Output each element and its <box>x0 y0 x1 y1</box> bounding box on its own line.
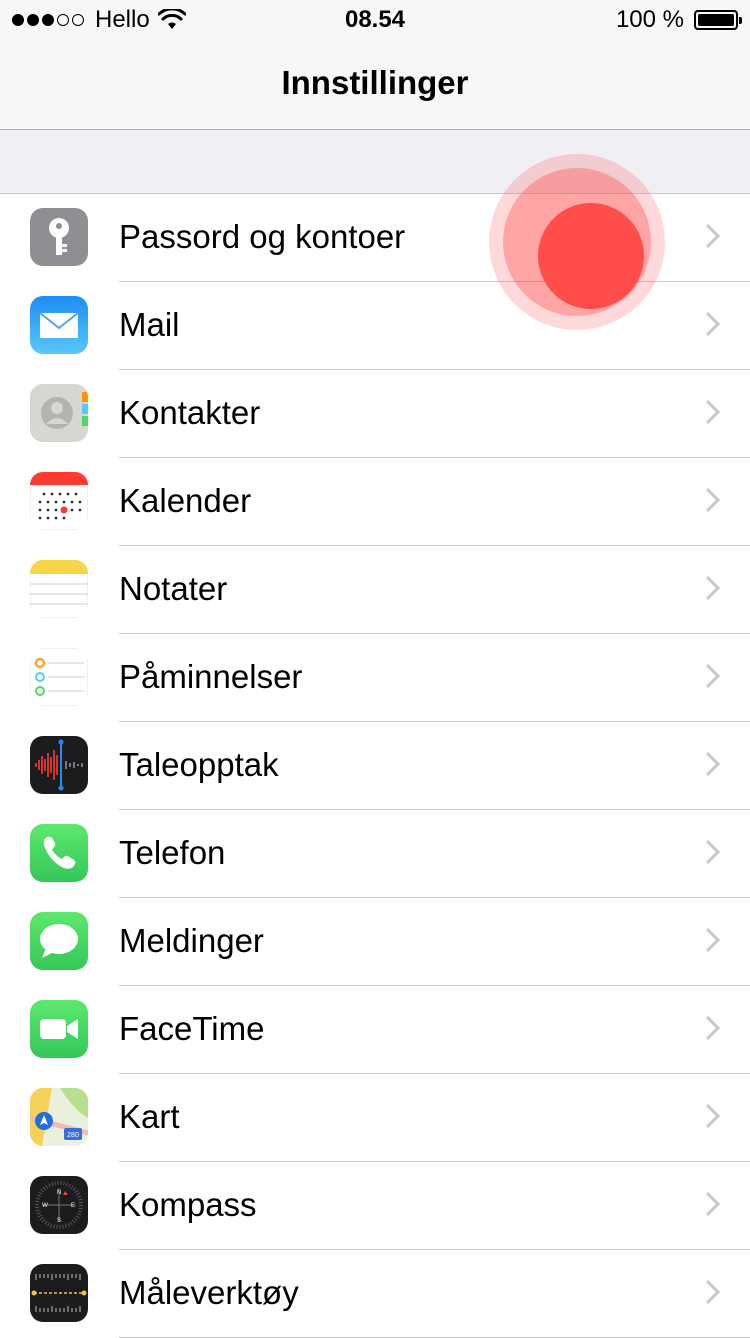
touch-indicator <box>489 154 665 330</box>
settings-item-label: Passord og kontoer <box>119 218 406 255</box>
phone-icon <box>30 824 88 882</box>
chevron-right-icon <box>705 927 721 953</box>
settings-item-label: FaceTime <box>119 1010 265 1047</box>
chevron-right-icon <box>705 223 721 249</box>
settings-item-label: Meldinger <box>119 922 264 959</box>
settings-item-label: Kontakter <box>119 394 261 431</box>
chevron-right-icon <box>705 311 721 337</box>
calendar-icon <box>30 472 88 530</box>
chevron-right-icon <box>705 487 721 513</box>
settings-item-measure[interactable]: Måleverktøy <box>0 1250 750 1338</box>
settings-item-voice-memos[interactable]: Taleopptak <box>0 722 750 810</box>
mail-icon <box>30 296 88 354</box>
svg-text:280: 280 <box>67 1132 79 1139</box>
settings-item-facetime[interactable]: FaceTime <box>0 986 750 1074</box>
facetime-icon <box>30 1000 88 1058</box>
settings-item-reminders[interactable]: Påminnelser <box>0 634 750 722</box>
settings-item-messages[interactable]: Meldinger <box>0 898 750 986</box>
chevron-right-icon <box>705 399 721 425</box>
battery-icon <box>694 10 742 30</box>
svg-text:W: W <box>42 1203 48 1209</box>
navigation-bar: Innstillinger <box>0 42 750 130</box>
svg-text:S: S <box>57 1218 61 1224</box>
svg-text:E: E <box>71 1203 75 1209</box>
settings-item-label: Kart <box>119 1098 180 1135</box>
chevron-right-icon <box>705 839 721 865</box>
status-right: 100 % <box>615 6 742 34</box>
settings-item-contacts[interactable]: Kontakter <box>0 370 750 458</box>
settings-item-label: Telefon <box>119 834 226 871</box>
settings-item-notes[interactable]: Notater <box>0 546 750 634</box>
settings-item-compass[interactable]: N S W E Kompass <box>0 1162 750 1250</box>
key-icon <box>30 208 88 266</box>
settings-item-label: Måleverktøy <box>119 1274 299 1311</box>
settings-item-label: Mail <box>119 306 180 343</box>
notes-icon <box>30 560 88 618</box>
measure-icon <box>30 1264 88 1322</box>
chevron-right-icon <box>705 751 721 777</box>
battery-percentage: 100 % <box>615 6 684 33</box>
messages-icon <box>30 912 88 970</box>
status-bar: Hello 08.54 100 % <box>0 0 750 42</box>
settings-item-phone[interactable]: Telefon <box>0 810 750 898</box>
page-title: Innstillinger <box>281 64 469 101</box>
settings-item-maps[interactable]: 280 Kart <box>0 1074 750 1162</box>
contacts-icon <box>30 384 88 442</box>
chevron-right-icon <box>705 1279 721 1305</box>
svg-text:N: N <box>57 1190 61 1196</box>
settings-item-calendar[interactable]: Kalender <box>0 458 750 546</box>
chevron-right-icon <box>705 663 721 689</box>
chevron-right-icon <box>705 575 721 601</box>
compass-icon: N S W E <box>30 1176 88 1234</box>
settings-item-label: Kalender <box>119 482 252 519</box>
settings-item-label: Notater <box>119 570 228 607</box>
chevron-right-icon <box>705 1191 721 1217</box>
settings-item-label: Taleopptak <box>119 746 279 783</box>
settings-item-label: Kompass <box>119 1186 257 1223</box>
settings-item-label: Påminnelser <box>119 658 303 695</box>
chevron-right-icon <box>705 1015 721 1041</box>
voice-memos-icon <box>30 736 88 794</box>
maps-icon: 280 <box>30 1088 88 1146</box>
chevron-right-icon <box>705 1103 721 1129</box>
settings-list: Passord og kontoer Mail Kontakter Kalend… <box>0 194 750 1338</box>
reminders-icon <box>30 648 88 706</box>
